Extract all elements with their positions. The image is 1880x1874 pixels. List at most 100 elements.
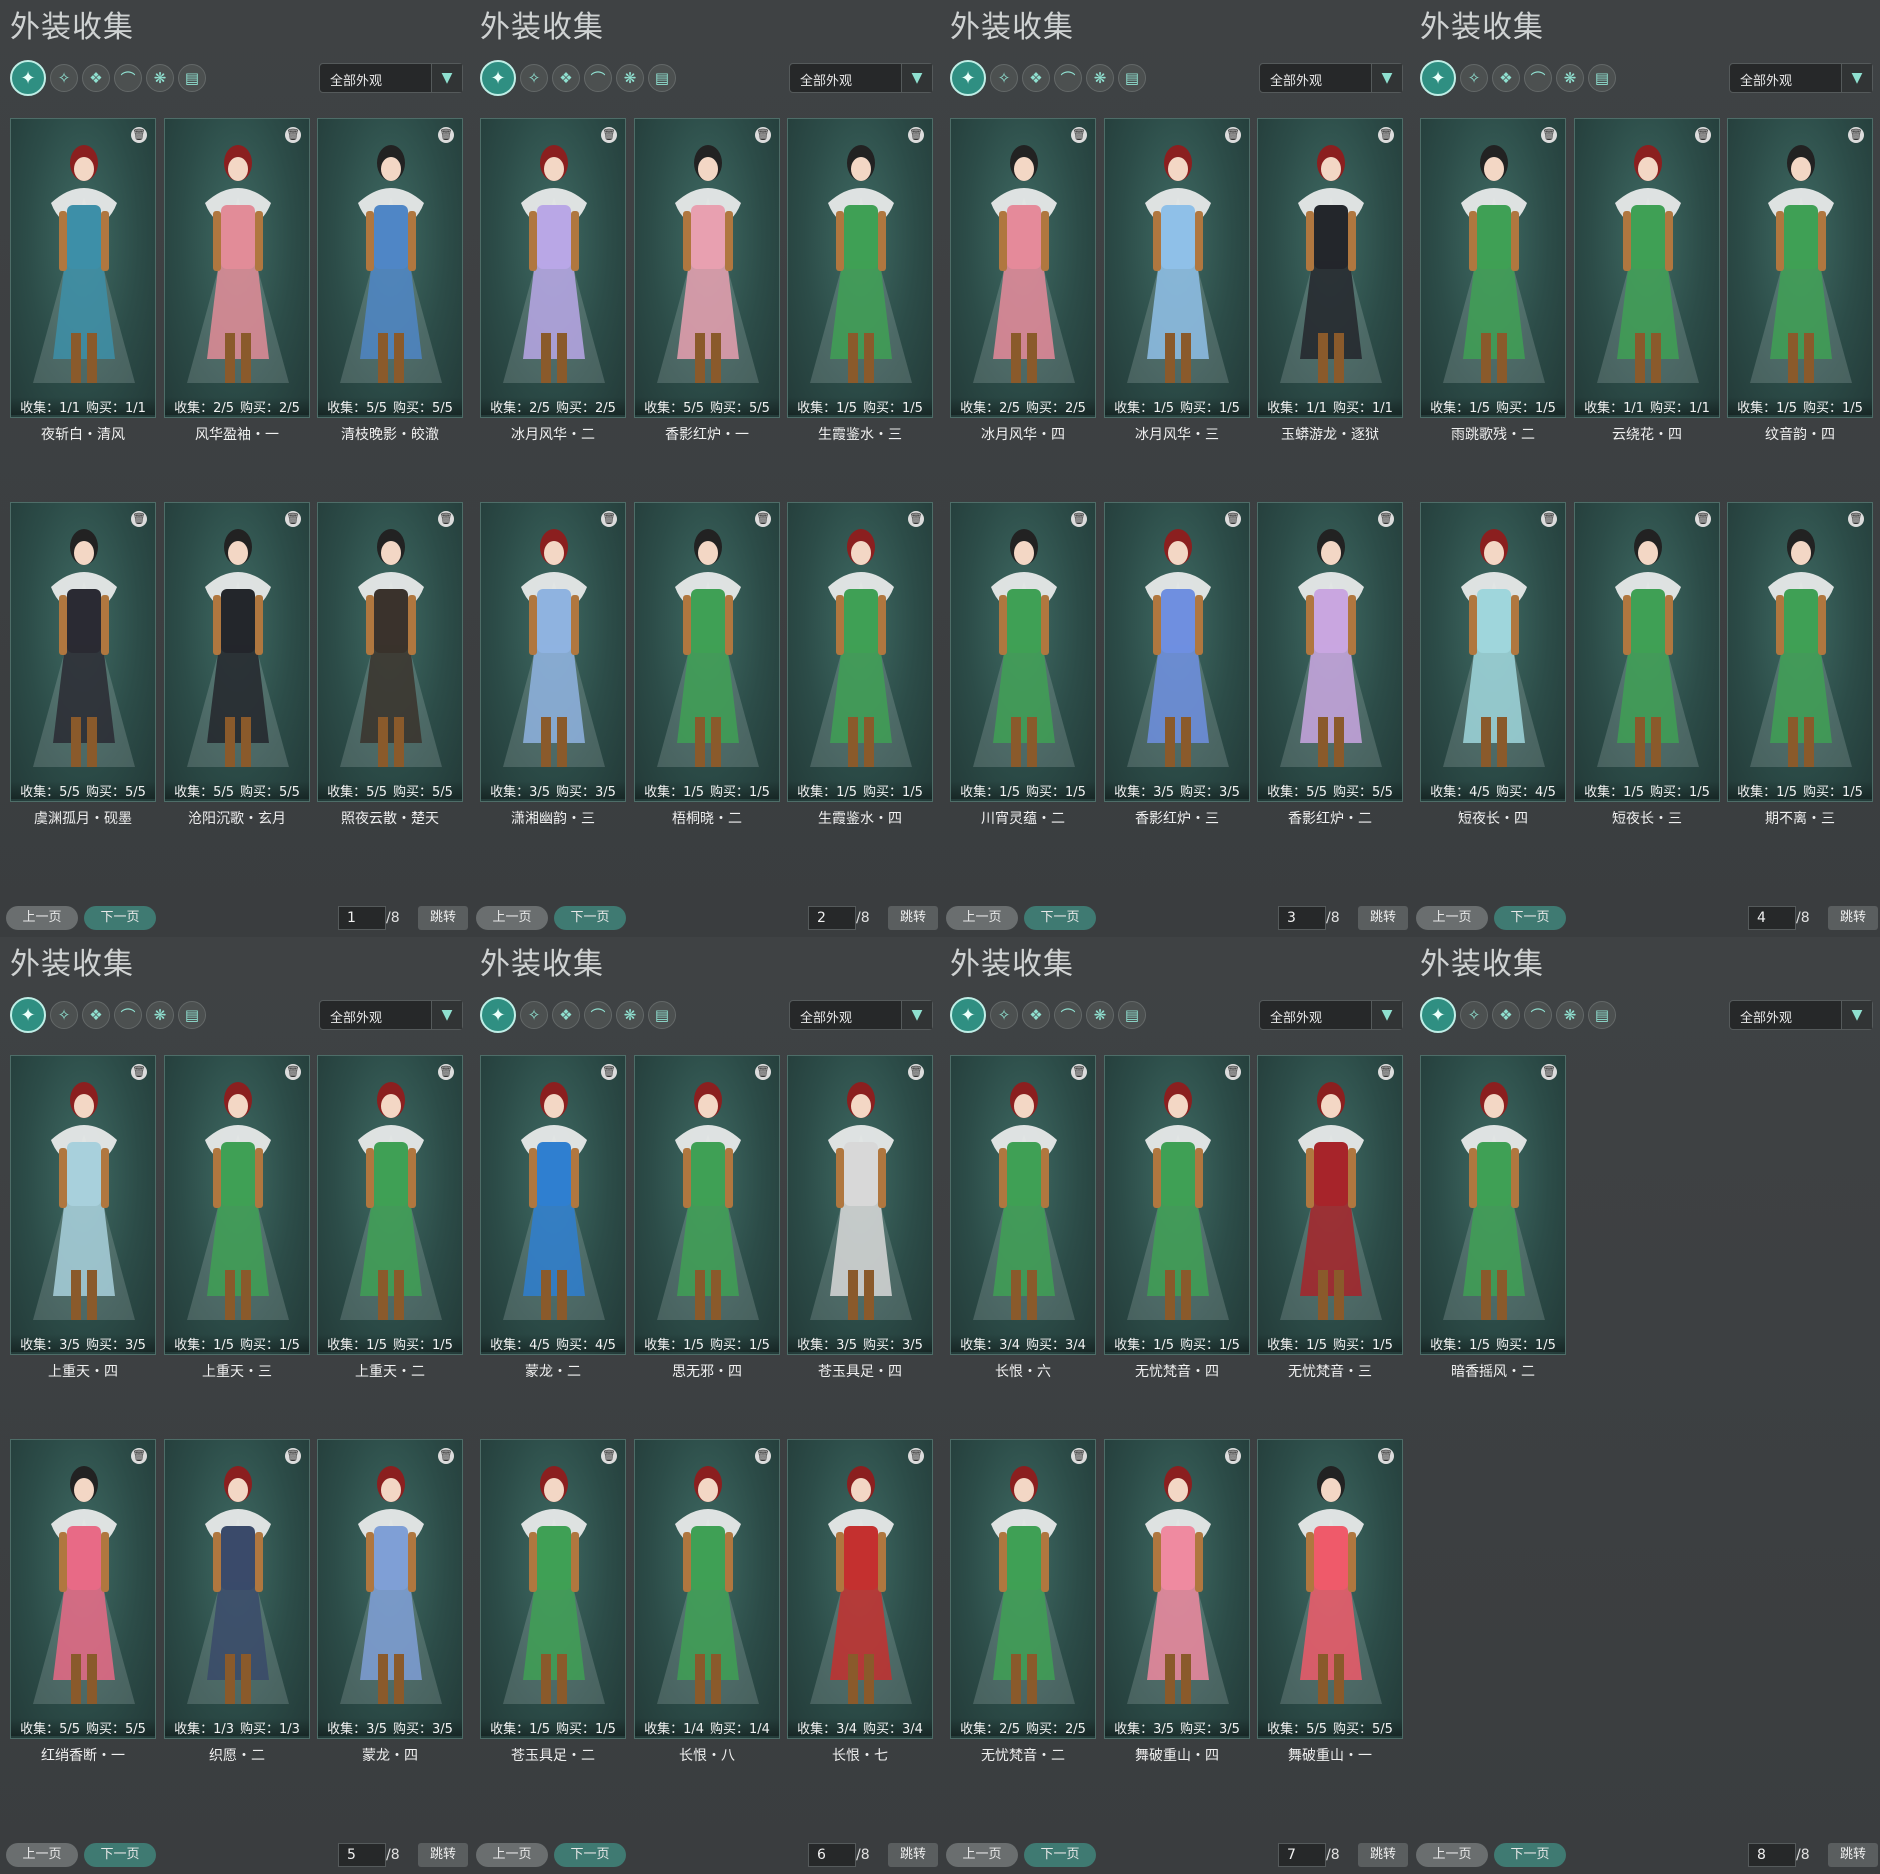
top-icon[interactable]: ✧	[990, 64, 1018, 92]
outfit-card[interactable]: 🗑 收集：1/4 购买：1/4	[634, 1439, 780, 1739]
page-number-input[interactable]: 6	[808, 1843, 856, 1867]
top-icon[interactable]: ✧	[520, 1001, 548, 1029]
outfit-card[interactable]: 🗑 收集：1/5 购买：1/5	[317, 1055, 463, 1355]
outfit-card[interactable]: 🗑 收集：3/5 购买：3/5	[787, 1055, 933, 1355]
mask-icon[interactable]: ❋	[616, 64, 644, 92]
top-icon[interactable]: ✧	[520, 64, 548, 92]
next-page-button[interactable]: 下一页	[1024, 906, 1096, 930]
dress-icon[interactable]: ❖	[82, 64, 110, 92]
outfit-card[interactable]: 🗑 收集：5/5 购买：5/5	[317, 502, 463, 802]
outfit-card[interactable]: 🗑 收集：5/5 购买：5/5	[10, 1439, 156, 1739]
next-page-button[interactable]: 下一页	[1024, 1843, 1096, 1867]
outfit-card[interactable]: 🗑 收集：3/4 购买：3/4	[950, 1055, 1096, 1355]
prev-page-button[interactable]: 上一页	[476, 1843, 548, 1867]
pants-icon[interactable]: ▤	[1118, 64, 1146, 92]
dress-icon[interactable]: ❖	[552, 1001, 580, 1029]
outfit-card[interactable]: 🗑 收集：1/1 购买：1/1	[10, 118, 156, 418]
chevron-down-icon[interactable]: ▼	[1371, 64, 1402, 92]
shoe-icon[interactable]: ⌒	[584, 1001, 612, 1029]
jump-button[interactable]: 跳转	[888, 1843, 938, 1867]
page-number-input[interactable]: 3	[1278, 906, 1326, 930]
jump-button[interactable]: 跳转	[1358, 1843, 1408, 1867]
dress-icon[interactable]: ❖	[1492, 1001, 1520, 1029]
outfit-card[interactable]: 🗑 收集：1/5 购买：1/5	[480, 1439, 626, 1739]
pants-icon[interactable]: ▤	[1588, 1001, 1616, 1029]
chevron-down-icon[interactable]: ▼	[1841, 1001, 1872, 1029]
jump-button[interactable]: 跳转	[1828, 906, 1878, 930]
jump-button[interactable]: 跳转	[1828, 1843, 1878, 1867]
outfit-card[interactable]: 🗑 收集：1/5 购买：1/5	[634, 1055, 780, 1355]
prev-page-button[interactable]: 上一页	[1416, 906, 1488, 930]
outfit-card[interactable]: 🗑 收集：1/5 购买：1/5	[1257, 1055, 1403, 1355]
prev-page-button[interactable]: 上一页	[946, 1843, 1018, 1867]
outfit-card[interactable]: 🗑 收集：1/5 购买：1/5	[950, 502, 1096, 802]
chevron-down-icon[interactable]: ▼	[901, 64, 932, 92]
chevron-down-icon[interactable]: ▼	[431, 64, 462, 92]
dress-icon[interactable]: ❖	[1022, 64, 1050, 92]
outfit-all-icon[interactable]: ✦	[480, 60, 516, 96]
outfit-card[interactable]: 🗑 收集：5/5 购买：5/5	[317, 118, 463, 418]
mask-icon[interactable]: ❋	[1086, 1001, 1114, 1029]
page-number-input[interactable]: 5	[338, 1843, 386, 1867]
outfit-card[interactable]: 🗑 收集：2/5 购买：2/5	[950, 1439, 1096, 1739]
outfit-card[interactable]: 🗑 收集：3/5 购买：3/5	[10, 1055, 156, 1355]
outfit-all-icon[interactable]: ✦	[10, 60, 46, 96]
outfit-card[interactable]: 🗑 收集：1/5 购买：1/5	[787, 118, 933, 418]
appearance-filter-dropdown[interactable]: 全部外观 ▼	[789, 1000, 933, 1030]
outfit-card[interactable]: 🗑 收集：2/5 购买：2/5	[480, 118, 626, 418]
prev-page-button[interactable]: 上一页	[476, 906, 548, 930]
outfit-card[interactable]: 🗑 收集：4/5 购买：4/5	[1420, 502, 1566, 802]
shoe-icon[interactable]: ⌒	[1054, 1001, 1082, 1029]
outfit-card[interactable]: 🗑 收集：3/4 购买：3/4	[787, 1439, 933, 1739]
outfit-card[interactable]: 🗑 收集：1/5 购买：1/5	[1104, 1055, 1250, 1355]
pants-icon[interactable]: ▤	[1118, 1001, 1146, 1029]
page-number-input[interactable]: 4	[1748, 906, 1796, 930]
outfit-card[interactable]: 🗑 收集：3/5 购买：3/5	[1104, 1439, 1250, 1739]
appearance-filter-dropdown[interactable]: 全部外观 ▼	[789, 63, 933, 93]
mask-icon[interactable]: ❋	[146, 1001, 174, 1029]
outfit-card[interactable]: 🗑 收集：3/5 购买：3/5	[317, 1439, 463, 1739]
outfit-card[interactable]: 🗑 收集：1/5 购买：1/5	[164, 1055, 310, 1355]
prev-page-button[interactable]: 上一页	[946, 906, 1018, 930]
outfit-card[interactable]: 🗑 收集：1/5 购买：1/5	[1574, 502, 1720, 802]
prev-page-button[interactable]: 上一页	[6, 906, 78, 930]
outfit-card[interactable]: 🗑 收集：5/5 购买：5/5	[1257, 502, 1403, 802]
appearance-filter-dropdown[interactable]: 全部外观 ▼	[1729, 1000, 1873, 1030]
chevron-down-icon[interactable]: ▼	[1841, 64, 1872, 92]
mask-icon[interactable]: ❋	[1556, 1001, 1584, 1029]
outfit-card[interactable]: 🗑 收集：2/5 购买：2/5	[950, 118, 1096, 418]
top-icon[interactable]: ✧	[1460, 64, 1488, 92]
outfit-all-icon[interactable]: ✦	[950, 997, 986, 1033]
next-page-button[interactable]: 下一页	[1494, 906, 1566, 930]
appearance-filter-dropdown[interactable]: 全部外观 ▼	[319, 63, 463, 93]
outfit-card[interactable]: 🗑 收集：5/5 购买：5/5	[164, 502, 310, 802]
prev-page-button[interactable]: 上一页	[1416, 1843, 1488, 1867]
outfit-card[interactable]: 🗑 收集：3/5 购买：3/5	[1104, 502, 1250, 802]
outfit-card[interactable]: 🗑 收集：1/5 购买：1/5	[1727, 502, 1873, 802]
outfit-card[interactable]: 🗑 收集：5/5 购买：5/5	[1257, 1439, 1403, 1739]
dress-icon[interactable]: ❖	[82, 1001, 110, 1029]
outfit-card[interactable]: 🗑 收集：1/3 购买：1/3	[164, 1439, 310, 1739]
dress-icon[interactable]: ❖	[1492, 64, 1520, 92]
outfit-card[interactable]: 🗑 收集：5/5 购买：5/5	[634, 118, 780, 418]
outfit-all-icon[interactable]: ✦	[1420, 60, 1456, 96]
chevron-down-icon[interactable]: ▼	[901, 1001, 932, 1029]
outfit-card[interactable]: 🗑 收集：4/5 购买：4/5	[480, 1055, 626, 1355]
outfit-all-icon[interactable]: ✦	[950, 60, 986, 96]
prev-page-button[interactable]: 上一页	[6, 1843, 78, 1867]
page-number-input[interactable]: 7	[1278, 1843, 1326, 1867]
jump-button[interactable]: 跳转	[1358, 906, 1408, 930]
pants-icon[interactable]: ▤	[648, 1001, 676, 1029]
outfit-card[interactable]: 🗑 收集：1/1 购买：1/1	[1574, 118, 1720, 418]
next-page-button[interactable]: 下一页	[84, 906, 156, 930]
jump-button[interactable]: 跳转	[888, 906, 938, 930]
next-page-button[interactable]: 下一页	[554, 1843, 626, 1867]
appearance-filter-dropdown[interactable]: 全部外观 ▼	[1259, 1000, 1403, 1030]
jump-button[interactable]: 跳转	[418, 906, 468, 930]
outfit-card[interactable]: 🗑 收集：1/5 购买：1/5	[1727, 118, 1873, 418]
appearance-filter-dropdown[interactable]: 全部外观 ▼	[1729, 63, 1873, 93]
shoe-icon[interactable]: ⌒	[1524, 64, 1552, 92]
outfit-card[interactable]: 🗑 收集：5/5 购买：5/5	[10, 502, 156, 802]
top-icon[interactable]: ✧	[50, 1001, 78, 1029]
outfit-card[interactable]: 🗑 收集：1/5 购买：1/5	[787, 502, 933, 802]
